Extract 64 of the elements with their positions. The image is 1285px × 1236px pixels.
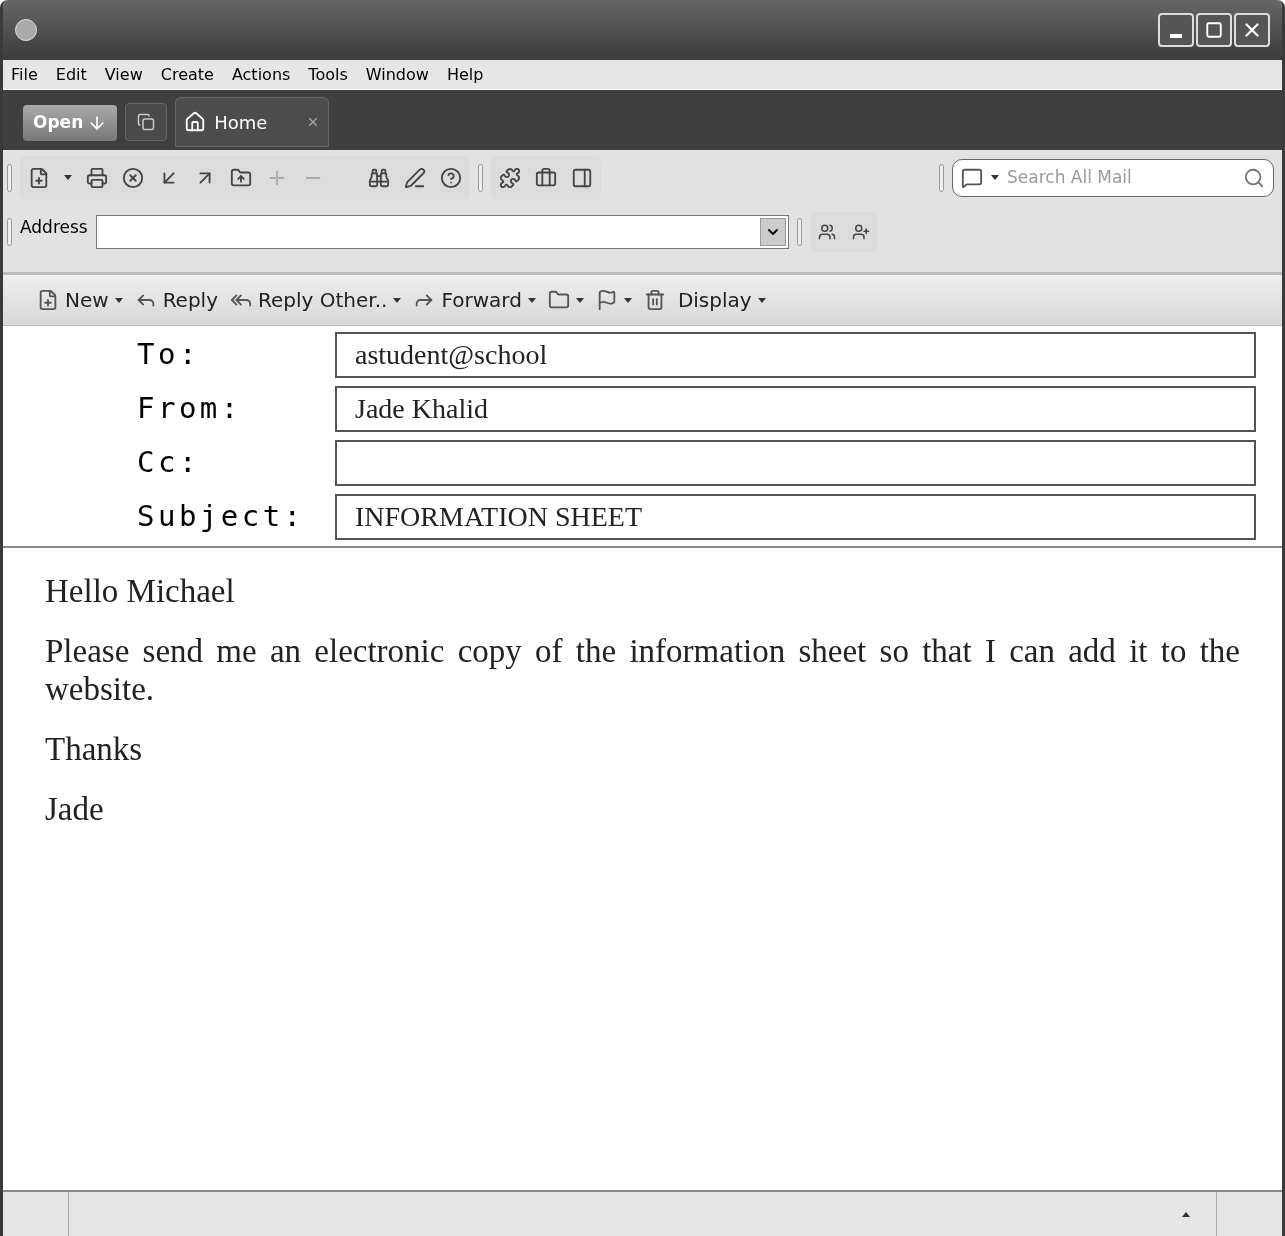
body-paragraph: Hello Michael [45, 572, 236, 610]
maximize-icon [1205, 21, 1223, 39]
windows-button[interactable] [125, 103, 168, 141]
toolbar-grip [939, 163, 944, 192]
caret-icon [991, 175, 999, 180]
trash-icon [643, 289, 666, 311]
home-icon [184, 111, 207, 133]
minimize-icon [1170, 34, 1182, 38]
toolbar-button[interactable]: Display [677, 285, 766, 315]
address-label: Address [20, 216, 88, 239]
toolbar-grip [796, 217, 802, 246]
header-label: Subject: [136, 498, 306, 536]
search-icon[interactable] [1243, 166, 1265, 189]
maximize-button[interactable] [1196, 13, 1232, 47]
header-field[interactable]: INFORMATION SHEET [335, 494, 1256, 540]
menu-item[interactable]: Tools [308, 62, 348, 87]
folder-icon [547, 289, 570, 311]
toolbar-button[interactable]: Reply Other.. [230, 285, 402, 315]
binoculars-icon[interactable] [368, 166, 390, 189]
dropdown-button[interactable] [759, 217, 786, 246]
header-field[interactable]: astudent@school [335, 332, 1256, 378]
up-arrow-icon [1182, 1211, 1190, 1217]
menu-item[interactable]: Window [365, 62, 429, 87]
body-paragraph: Jade [45, 790, 105, 828]
close-button[interactable] [1234, 13, 1270, 47]
new-document-icon[interactable] [28, 166, 50, 189]
tab[interactable]: Home [175, 97, 330, 147]
menu-item[interactable]: Actions [231, 62, 291, 87]
menu-item[interactable]: File [11, 62, 38, 87]
circle-x-icon[interactable] [122, 166, 144, 189]
minimize-button[interactable] [1158, 13, 1194, 47]
caret-icon [64, 175, 72, 180]
folder-up-icon[interactable] [230, 166, 252, 189]
app-logo-icon [15, 19, 37, 41]
help-icon[interactable] [440, 166, 462, 189]
body-paragraph: Thanks [45, 730, 144, 768]
print-icon[interactable] [86, 166, 108, 189]
toolbar-button[interactable] [547, 289, 584, 311]
new-document-icon [37, 289, 59, 311]
puzzle-icon[interactable] [499, 166, 521, 189]
toolbar-button[interactable] [643, 289, 666, 311]
body-paragraph: Please send me an electronic copy of the information sheet so that I can add it to the website. [45, 632, 1240, 708]
toolbar-button[interactable]: Reply [134, 285, 218, 315]
toolbar-button[interactable]: New [37, 285, 123, 315]
header-label: From: [136, 390, 243, 428]
menu-item[interactable]: View [104, 62, 143, 87]
panel-icon[interactable] [571, 166, 593, 189]
toolbar-grip [478, 163, 483, 192]
copy-icon [137, 113, 156, 131]
toolbar-grip [7, 217, 12, 246]
people-icon[interactable] [817, 222, 836, 241]
header-label: Cc: [136, 444, 201, 482]
menu-item[interactable]: Edit [55, 62, 87, 87]
toolbar-button[interactable]: Forward [413, 285, 536, 315]
header-field[interactable] [335, 440, 1256, 486]
pen-icon[interactable] [404, 166, 426, 189]
header-field[interactable]: Jade Khalid [335, 386, 1256, 432]
header-label: To: [136, 336, 201, 374]
briefcase-icon[interactable] [535, 166, 557, 189]
menu-item[interactable]: Help [446, 62, 484, 87]
toolbar-grip [7, 163, 12, 192]
menu-item[interactable]: Create [160, 62, 214, 87]
person-add-icon[interactable] [851, 222, 870, 241]
address-field[interactable] [95, 214, 789, 249]
